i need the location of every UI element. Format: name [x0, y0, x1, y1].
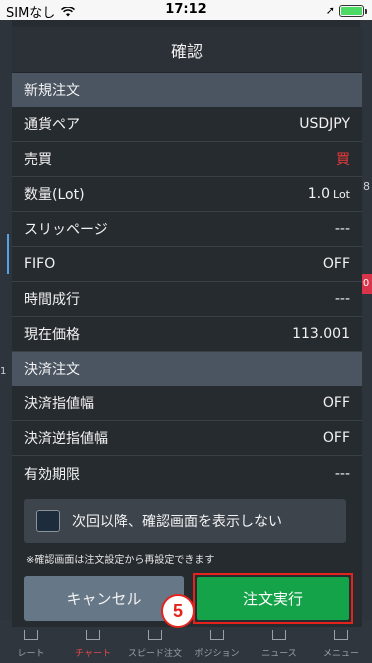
row-value: 1.0 Lot — [308, 186, 350, 202]
section-header-settlement: 決済注文 — [12, 352, 362, 386]
dialog-title: 確認 — [12, 27, 362, 73]
background-left-strip — [0, 20, 12, 620]
skip-confirm-label: 次回以降、確認画面を表示しない — [72, 514, 282, 530]
row-label: 通貨ペア — [24, 117, 80, 133]
row-currency-pair: 通貨ペア USDJPY — [12, 107, 362, 142]
row-current-price: 現在価格 113.001 — [12, 317, 362, 352]
row-label: 時間成行 — [24, 292, 80, 308]
row-value: OFF — [322, 395, 350, 411]
execute-order-button[interactable]: 注文実行 — [197, 577, 349, 620]
row-fifo: FIFO OFF — [12, 247, 362, 282]
row-value: USDJPY — [299, 116, 350, 132]
row-time-market: 時間成行 --- — [12, 282, 362, 317]
tab-label: ニュース — [261, 649, 297, 659]
confirm-dialog: 確認 新規注文 通貨ペア USDJPY 売買 買 数量(Lot) 1.0 Lot … — [12, 27, 362, 628]
background-cursor-line — [7, 234, 9, 274]
tab-label: チャート — [75, 649, 111, 659]
status-bar: SIMなし 17:12 ➚ — [0, 0, 372, 21]
row-value: 113.001 — [292, 326, 350, 342]
settings-note: ※確認画面は注文設定から再設定できます — [26, 555, 215, 566]
rate-icon — [24, 630, 38, 640]
row-side: 売買 買 — [12, 142, 362, 177]
section-header-new-order: 新規注文 — [12, 73, 362, 107]
position-icon — [210, 630, 224, 640]
chart-icon — [86, 630, 100, 640]
tab-label: メニュー — [322, 649, 359, 659]
execute-button-highlight: 注文実行 — [193, 573, 353, 624]
row-label: FIFO — [24, 256, 56, 272]
quantity-unit: Lot — [333, 188, 350, 201]
cancel-button[interactable]: キャンセル — [24, 576, 184, 621]
background-left-marker: 1 — [0, 366, 7, 377]
quantity-value: 1.0 — [307, 186, 331, 202]
clock: 17:12 — [165, 2, 207, 17]
row-value: --- — [334, 291, 350, 307]
row-value: OFF — [322, 430, 350, 446]
tab-label: スピード注文 — [127, 649, 182, 659]
row-value: --- — [334, 221, 350, 237]
row-limit-width: 決済指値幅 OFF — [12, 386, 362, 421]
row-label: 決済指値幅 — [24, 396, 94, 412]
skip-confirm-checkbox[interactable] — [36, 510, 60, 532]
battery-icon — [339, 4, 367, 17]
row-label: 売買 — [24, 152, 52, 168]
row-value-buy: 買 — [336, 152, 350, 168]
row-value: --- — [334, 465, 350, 482]
background-marker: 8 — [363, 180, 370, 193]
tab-label: レート — [17, 649, 45, 659]
row-expiry: 有効期限 --- — [12, 456, 362, 491]
row-quantity: 数量(Lot) 1.0 Lot — [12, 177, 362, 212]
row-label: 決済逆指値幅 — [24, 431, 108, 447]
speed-order-icon — [148, 630, 162, 640]
step-number-badge: 5 — [161, 594, 195, 628]
location-arrow-icon: ➚ — [325, 4, 335, 17]
tab-label: ポジション — [194, 649, 240, 659]
row-label: 有効期限 — [24, 466, 80, 483]
row-label: 数量(Lot) — [24, 187, 85, 203]
row-label: スリッページ — [24, 222, 108, 238]
row-stop-width: 決済逆指値幅 OFF — [12, 421, 362, 456]
row-value: OFF — [322, 256, 350, 272]
skip-confirm-option[interactable]: 次回以降、確認画面を表示しない — [24, 499, 346, 543]
news-icon — [272, 630, 286, 640]
row-slippage: スリッページ --- — [12, 212, 362, 247]
row-label: 現在価格 — [24, 327, 80, 343]
menu-icon — [334, 630, 348, 640]
